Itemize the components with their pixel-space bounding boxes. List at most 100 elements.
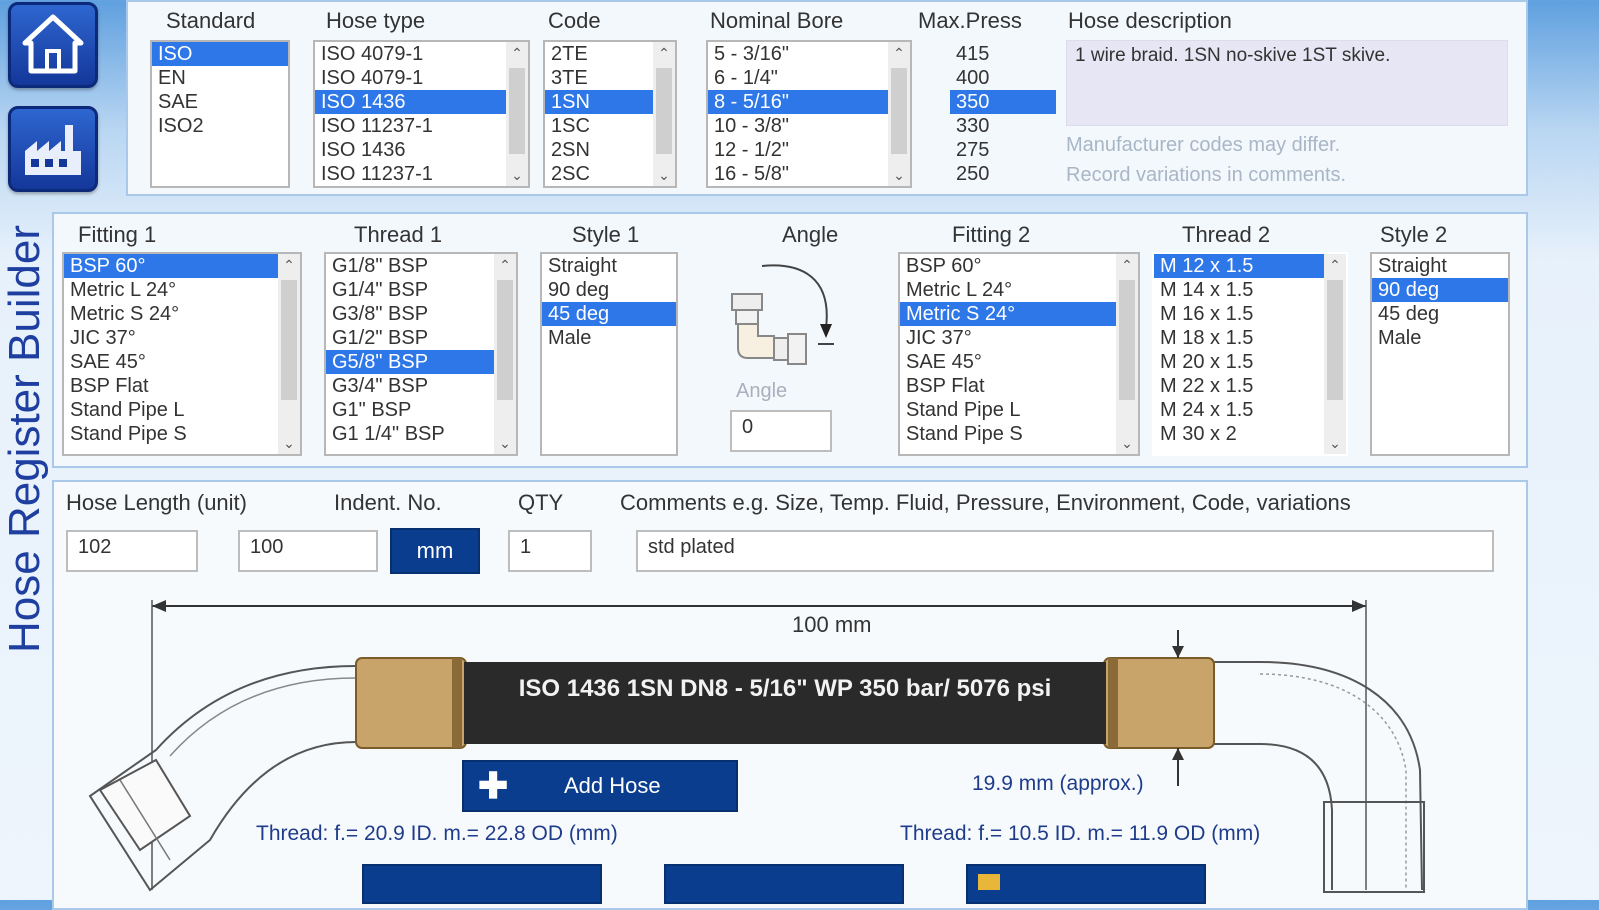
list-item[interactable]: G1/4" BSP [326,278,494,302]
list-item[interactable]: M 22 x 1.5 [1154,374,1324,398]
list-item[interactable]: 350 [950,90,1056,114]
action-button-2[interactable] [664,864,904,904]
hose-type-list[interactable]: ISO 4079-1 ISO 4079-1 ISO 1436 ISO 11237-1 I… [313,40,530,188]
list-item[interactable]: BSP 60° [900,254,1116,278]
list-item[interactable]: 1SN [545,90,653,114]
scrollbar-thumb[interactable] [509,68,525,155]
list-item[interactable]: BSP Flat [900,374,1116,398]
action-button-3[interactable] [966,864,1206,904]
list-item[interactable]: 2SN [545,138,653,162]
list-item[interactable]: Metric S 24° [64,302,278,326]
scrollbar-thumb[interactable] [1119,280,1135,400]
list-item[interactable]: M 18 x 1.5 [1154,326,1324,350]
list-item[interactable]: Stand Pipe S [64,422,278,446]
scroll-down-icon[interactable]: ⌄ [888,166,910,184]
list-item[interactable]: ISO 4079-1 [315,66,506,90]
list-item[interactable]: 1SC [545,114,653,138]
list-item[interactable]: Metric L 24° [64,278,278,302]
style2-list[interactable]: Straight 90 deg 45 deg Male [1370,252,1510,456]
scrollbar-thumb[interactable] [891,68,907,155]
scroll-down-icon[interactable]: ⌄ [494,434,516,452]
scroll-up-icon[interactable]: ⌃ [494,256,516,274]
scrollbar[interactable]: ⌃ ⌄ [506,42,528,186]
list-item[interactable]: 90 deg [1372,278,1508,302]
list-item[interactable]: JIC 37° [64,326,278,350]
list-item[interactable]: Straight [542,254,676,278]
scrollbar[interactable]: ⌃ ⌄ [1324,254,1346,454]
thread1-list[interactable]: G1/8" BSP G1/4" BSP G3/8" BSP G1/2" BSP G5/8… [324,252,518,456]
scroll-up-icon[interactable]: ⌃ [653,44,675,62]
list-item[interactable]: M 30 x 2 [1154,422,1324,446]
list-item[interactable]: G1/2" BSP [326,326,494,350]
list-item[interactable]: JIC 37° [900,326,1116,350]
list-item[interactable]: M 14 x 1.5 [1154,278,1324,302]
list-item[interactable]: SAE 45° [900,350,1116,374]
scrollbar[interactable]: ⌃ ⌄ [278,254,300,454]
list-item[interactable]: G1 1/4" BSP [326,422,494,446]
scroll-down-icon[interactable]: ⌄ [506,166,528,184]
list-item[interactable]: Straight [1372,254,1508,278]
list-item[interactable]: 2SC [545,162,653,186]
list-item[interactable]: 275 [950,138,1056,162]
thread2-list[interactable]: M 12 x 1.5 M 14 x 1.5 M 16 x 1.5 M 18 x 1.5… [1152,252,1348,456]
list-item[interactable]: 12 - 1/2" [708,138,888,162]
list-item[interactable]: M 16 x 1.5 [1154,302,1324,326]
scrollbar[interactable]: ⌃ ⌄ [653,42,675,186]
list-item[interactable]: G5/8" BSP [326,350,494,374]
list-item[interactable]: BSP 60° [64,254,278,278]
list-item[interactable]: ISO 1436 [315,90,506,114]
list-item[interactable]: Stand Pipe L [64,398,278,422]
list-item[interactable]: Male [542,326,676,350]
list-item[interactable]: 3TE [545,66,653,90]
standard-list[interactable]: ISO EN SAE ISO2 [150,40,290,188]
list-item[interactable]: 10 - 3/8" [708,114,888,138]
list-item[interactable]: G1" BSP [326,398,494,422]
home-button[interactable] [8,2,98,88]
list-item[interactable]: 45 deg [1372,302,1508,326]
angle-input[interactable]: 0 [730,410,832,452]
scroll-down-icon[interactable]: ⌄ [278,434,300,452]
scroll-up-icon[interactable]: ⌃ [1116,256,1138,274]
list-item[interactable]: M 12 x 1.5 [1154,254,1324,278]
indent-input[interactable]: 100 [238,530,378,572]
fitting2-list[interactable]: BSP 60° Metric L 24° Metric S 24° JIC 37° SA… [898,252,1140,456]
list-item[interactable]: 250 [950,162,1056,186]
list-item[interactable]: ISO 11237-1 [315,162,506,186]
list-item[interactable]: Male [1372,326,1508,350]
list-item[interactable]: G3/4" BSP [326,374,494,398]
code-list[interactable]: 2TE 3TE 1SN 1SC 2SN 2SC ⌃ ⌄ [543,40,677,188]
list-item[interactable]: BSP Flat [64,374,278,398]
scroll-down-icon[interactable]: ⌄ [1324,434,1346,452]
list-item[interactable]: M 24 x 1.5 [1154,398,1324,422]
scroll-down-icon[interactable]: ⌄ [653,166,675,184]
fitting1-list[interactable]: BSP 60° Metric L 24° Metric S 24° JIC 37° SA… [62,252,302,456]
list-item[interactable]: SAE 45° [64,350,278,374]
scroll-up-icon[interactable]: ⌃ [888,44,910,62]
list-item[interactable]: 415 [950,42,1056,66]
scroll-up-icon[interactable]: ⌃ [1324,256,1346,274]
list-item[interactable]: 90 deg [542,278,676,302]
list-item[interactable]: 45 deg [542,302,676,326]
scrollbar-thumb[interactable] [656,68,672,155]
list-item[interactable]: 16 - 5/8" [708,162,888,186]
list-item[interactable]: ISO2 [152,114,288,138]
scrollbar-thumb[interactable] [281,280,297,400]
unit-button[interactable]: mm [390,528,480,574]
list-item[interactable]: ISO 4079-1 [315,42,506,66]
list-item[interactable]: Stand Pipe S [900,422,1116,446]
list-item[interactable]: Stand Pipe L [900,398,1116,422]
list-item[interactable]: M 20 x 1.5 [1154,350,1324,374]
list-item[interactable]: Metric S 24° [900,302,1116,326]
list-item[interactable]: 400 [950,66,1056,90]
scrollbar[interactable]: ⌃ ⌄ [1116,254,1138,454]
scroll-up-icon[interactable]: ⌃ [278,256,300,274]
list-item[interactable]: Metric L 24° [900,278,1116,302]
list-item[interactable]: ISO 11237-1 [315,114,506,138]
scrollbar-thumb[interactable] [1327,280,1343,400]
list-item[interactable]: EN [152,66,288,90]
list-item[interactable]: SAE [152,90,288,114]
list-item[interactable]: G1/8" BSP [326,254,494,278]
list-item[interactable]: ISO [152,42,288,66]
list-item[interactable]: 8 - 5/16" [708,90,888,114]
add-hose-button[interactable]: ✚ Add Hose [462,760,738,812]
